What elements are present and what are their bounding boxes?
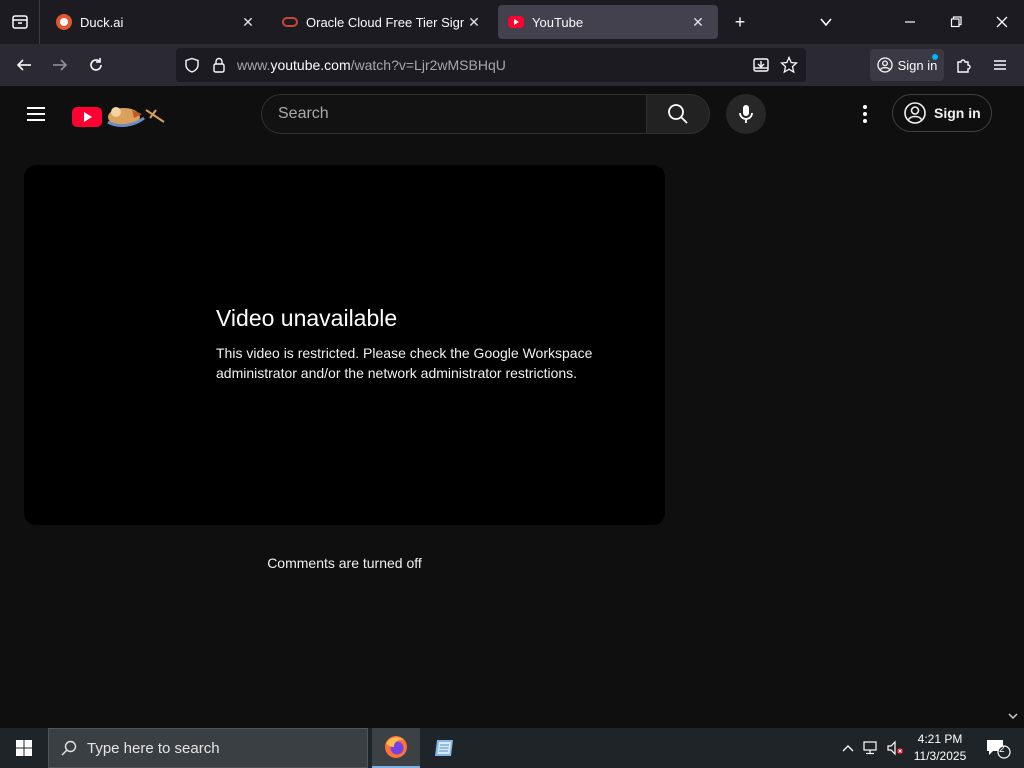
youtube-doodle-logo[interactable] — [72, 104, 168, 127]
url-text[interactable]: www.youtube.com/watch?v=Ljr2wMSBHqU — [237, 57, 506, 73]
restore-button[interactable] — [940, 6, 972, 38]
signin-label: Sign in — [934, 105, 981, 121]
clock-time: 4:21 PM — [917, 732, 963, 746]
scrollbar-down-arrow[interactable] — [1008, 712, 1020, 724]
bookmark-star-icon[interactable] — [780, 56, 798, 74]
lock-icon[interactable] — [212, 57, 226, 73]
url-bar[interactable]: www.youtube.com/watch?v=Ljr2wMSBHqU — [176, 48, 806, 82]
account-signin-label: Sign in — [897, 57, 938, 73]
action-center-button[interactable]: 2 — [978, 728, 1018, 768]
tab-label: YouTube — [532, 14, 584, 30]
search-button[interactable] — [646, 94, 710, 134]
minimize-icon — [905, 21, 915, 23]
browser-nav-bar: www.youtube.com/watch?v=Ljr2wMSBHqU Sign… — [0, 44, 1024, 86]
comments-status: Comments are turned off — [267, 555, 422, 571]
clock-date: 11/3/2025 — [913, 749, 967, 763]
hamburger-menu-icon — [994, 60, 1006, 70]
tab-youtube[interactable]: YouTube ✕ — [498, 5, 718, 39]
close-icon — [996, 16, 1008, 28]
list-all-tabs-button[interactable] — [810, 6, 842, 38]
more-vertical-icon — [863, 105, 867, 123]
notification-dot — [932, 54, 938, 60]
tab-duck-ai[interactable]: Duck.ai ✕ — [46, 5, 268, 39]
network-status[interactable] — [860, 728, 882, 768]
settings-more-button[interactable] — [850, 96, 880, 132]
guide-menu-button[interactable] — [24, 102, 48, 126]
error-title: Video unavailable — [216, 305, 398, 331]
account-icon — [904, 102, 926, 124]
taskbar-search-box[interactable]: Type here to search — [48, 728, 368, 768]
firefox-view-icon — [11, 15, 28, 29]
speaker-muted-icon — [887, 740, 903, 756]
show-hidden-icons-button[interactable] — [838, 728, 858, 768]
reload-button[interactable] — [80, 49, 112, 81]
search-input[interactable] — [262, 95, 647, 133]
taskbar-search-placeholder: Type here to search — [87, 739, 220, 757]
search-icon — [668, 104, 688, 124]
new-tab-button[interactable]: + — [724, 6, 756, 38]
taskbar-notepad[interactable] — [420, 728, 468, 768]
chevron-down-icon — [1008, 713, 1018, 720]
tab-oracle-cloud[interactable]: Oracle Cloud Free Tier Signup ✕ — [272, 5, 494, 39]
youtube-icon — [508, 16, 524, 28]
firefox-account-button[interactable]: Sign in — [870, 49, 944, 81]
reload-icon — [90, 58, 102, 71]
notification-icon — [987, 740, 1011, 759]
plus-icon: + — [734, 11, 746, 32]
puzzle-piece-icon — [957, 59, 971, 73]
save-to-pocket-icon[interactable] — [752, 56, 770, 74]
minimize-button[interactable] — [894, 6, 926, 38]
windows-taskbar: Type here to search 4:21 PM 11/3/2025 2 — [0, 728, 1024, 768]
tab-label: Duck.ai — [80, 14, 124, 30]
back-button[interactable] — [8, 49, 40, 81]
youtube-signin-button[interactable]: Sign in — [892, 94, 992, 132]
notepad-icon — [435, 740, 453, 756]
forward-button[interactable] — [44, 49, 76, 81]
search-box — [261, 94, 647, 134]
arrow-left-icon — [16, 59, 31, 71]
duckduckgo-icon — [56, 14, 72, 30]
close-icon[interactable]: ✕ — [688, 14, 708, 31]
volume-status[interactable] — [884, 728, 906, 768]
arrow-right-icon — [53, 59, 68, 71]
close-icon[interactable]: ✕ — [464, 14, 484, 31]
close-icon[interactable]: ✕ — [238, 14, 258, 31]
tracking-protection-shield-icon[interactable] — [184, 57, 200, 73]
start-button[interactable] — [0, 728, 48, 768]
firefox-icon — [385, 736, 407, 758]
youtube-logo-icon — [72, 107, 165, 127]
hamburger-menu-icon — [27, 107, 45, 121]
network-icon — [863, 741, 877, 755]
youtube-header: Sign in — [0, 86, 1024, 142]
search-icon — [61, 740, 77, 756]
browser-tab-strip: Duck.ai ✕ Oracle Cloud Free Tier Signup … — [0, 0, 1024, 44]
taskbar-clock[interactable]: 4:21 PM 11/3/2025 — [906, 731, 974, 765]
window-close-button[interactable] — [986, 6, 1018, 38]
windows-logo-icon — [16, 740, 32, 756]
chevron-down-icon — [820, 18, 832, 27]
tab-list-button[interactable] — [0, 0, 40, 44]
oracle-icon — [282, 17, 298, 27]
notification-count: 2 — [999, 744, 1005, 755]
account-icon — [876, 57, 893, 73]
restore-icon — [950, 16, 962, 28]
taskbar-firefox[interactable] — [372, 728, 420, 768]
microphone-icon — [739, 105, 753, 123]
extensions-button[interactable] — [948, 49, 980, 81]
chevron-up-icon — [842, 745, 854, 752]
error-message: This video is restricted. Please check t… — [216, 345, 593, 381]
video-player[interactable]: Video unavailable This video is restrict… — [24, 165, 665, 525]
tab-label: Oracle Cloud Free Tier Signup — [306, 14, 464, 30]
app-menu-button[interactable] — [984, 49, 1016, 81]
voice-search-button[interactable] — [726, 94, 766, 134]
